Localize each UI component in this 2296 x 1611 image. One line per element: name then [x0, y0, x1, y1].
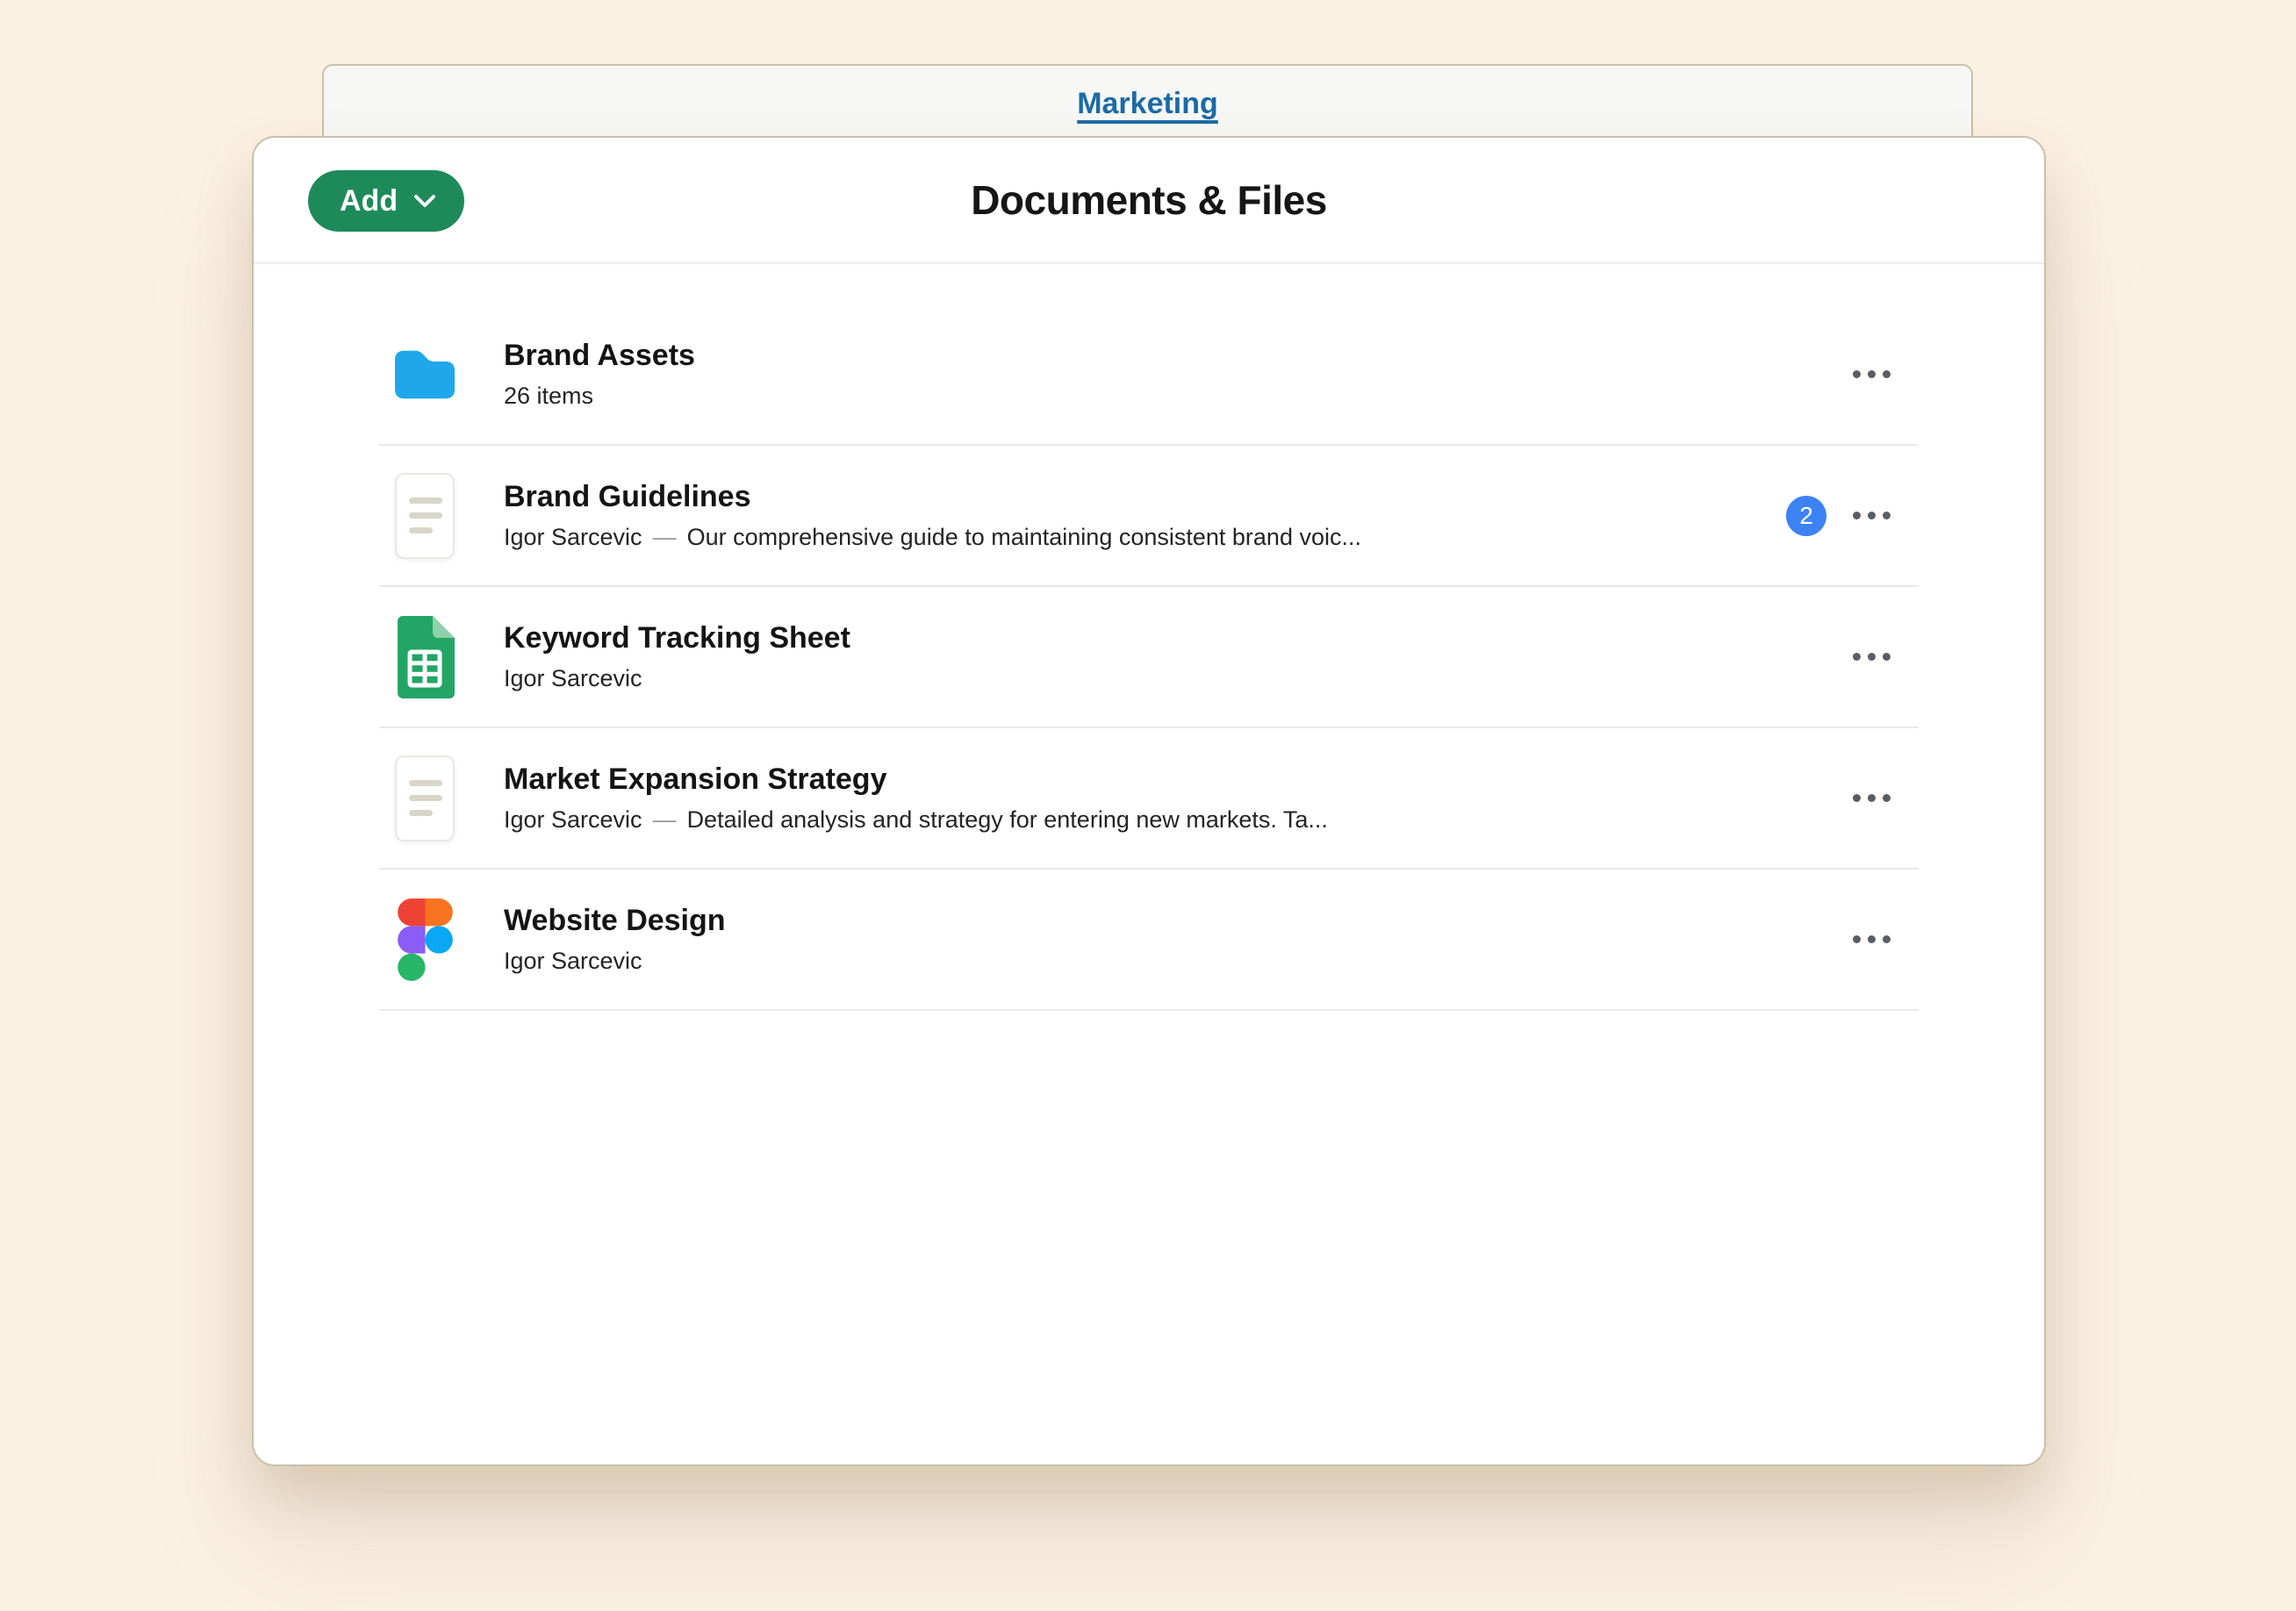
document-icon	[395, 755, 455, 841]
document-title: Keyword Tracking Sheet	[504, 621, 1849, 655]
folder-icon	[390, 345, 460, 405]
document-title: Brand Guidelines	[504, 480, 1786, 514]
document-title: Brand Assets	[504, 339, 1849, 373]
list-item[interactable]: Keyword Tracking Sheet Igor Sarcevic	[379, 587, 1919, 728]
more-options-button[interactable]	[1849, 784, 1894, 813]
ellipsis-icon	[1853, 935, 1861, 943]
more-options-button[interactable]	[1849, 360, 1894, 389]
page-title: Documents & Files	[971, 176, 1327, 224]
more-options-button[interactable]	[1849, 642, 1894, 671]
list-item[interactable]: Brand Guidelines Igor Sarcevic — Our compr…	[379, 446, 1919, 587]
list-item[interactable]: Website Design Igor Sarcevic	[379, 870, 1919, 1011]
panel-header: Add Documents & Files	[254, 138, 2044, 264]
author: Igor Sarcevic	[504, 665, 642, 691]
more-options-button[interactable]	[1849, 501, 1894, 530]
author: Igor Sarcevic	[504, 948, 642, 974]
document-list: Brand Assets 26 items Brand Guidelines I…	[379, 264, 1919, 1011]
breadcrumb-link-marketing[interactable]: Marketing	[1077, 87, 1218, 120]
meta-separator: —	[653, 524, 677, 550]
author: Igor Sarcevic	[504, 806, 642, 833]
meta-separator: —	[653, 806, 677, 833]
item-count: 26 items	[504, 383, 593, 409]
document-excerpt: Our comprehensive guide to maintaining c…	[687, 524, 1361, 550]
ellipsis-icon	[1853, 370, 1861, 378]
document-title: Market Expansion Strategy	[504, 763, 1849, 797]
ellipsis-icon	[1853, 512, 1861, 519]
figma-icon	[398, 899, 453, 981]
more-options-button[interactable]	[1849, 925, 1894, 954]
add-button[interactable]: Add	[308, 170, 464, 232]
list-item[interactable]: Brand Assets 26 items	[379, 304, 1919, 446]
ellipsis-icon	[1853, 653, 1861, 661]
comment-count-badge[interactable]: 2	[1786, 496, 1826, 536]
add-button-label: Add	[340, 184, 398, 218]
document-excerpt: Detailed analysis and strategy for enter…	[687, 806, 1328, 833]
author: Igor Sarcevic	[504, 524, 642, 550]
ellipsis-icon	[1853, 794, 1861, 802]
chevron-down-icon	[413, 194, 436, 208]
google-sheets-icon	[394, 615, 456, 699]
document-icon	[395, 473, 455, 559]
list-item[interactable]: Market Expansion Strategy Igor Sarcevic —…	[379, 728, 1919, 870]
document-title: Website Design	[504, 904, 1849, 938]
documents-panel: Add Documents & Files Brand Assets 26 it…	[252, 136, 2046, 1466]
